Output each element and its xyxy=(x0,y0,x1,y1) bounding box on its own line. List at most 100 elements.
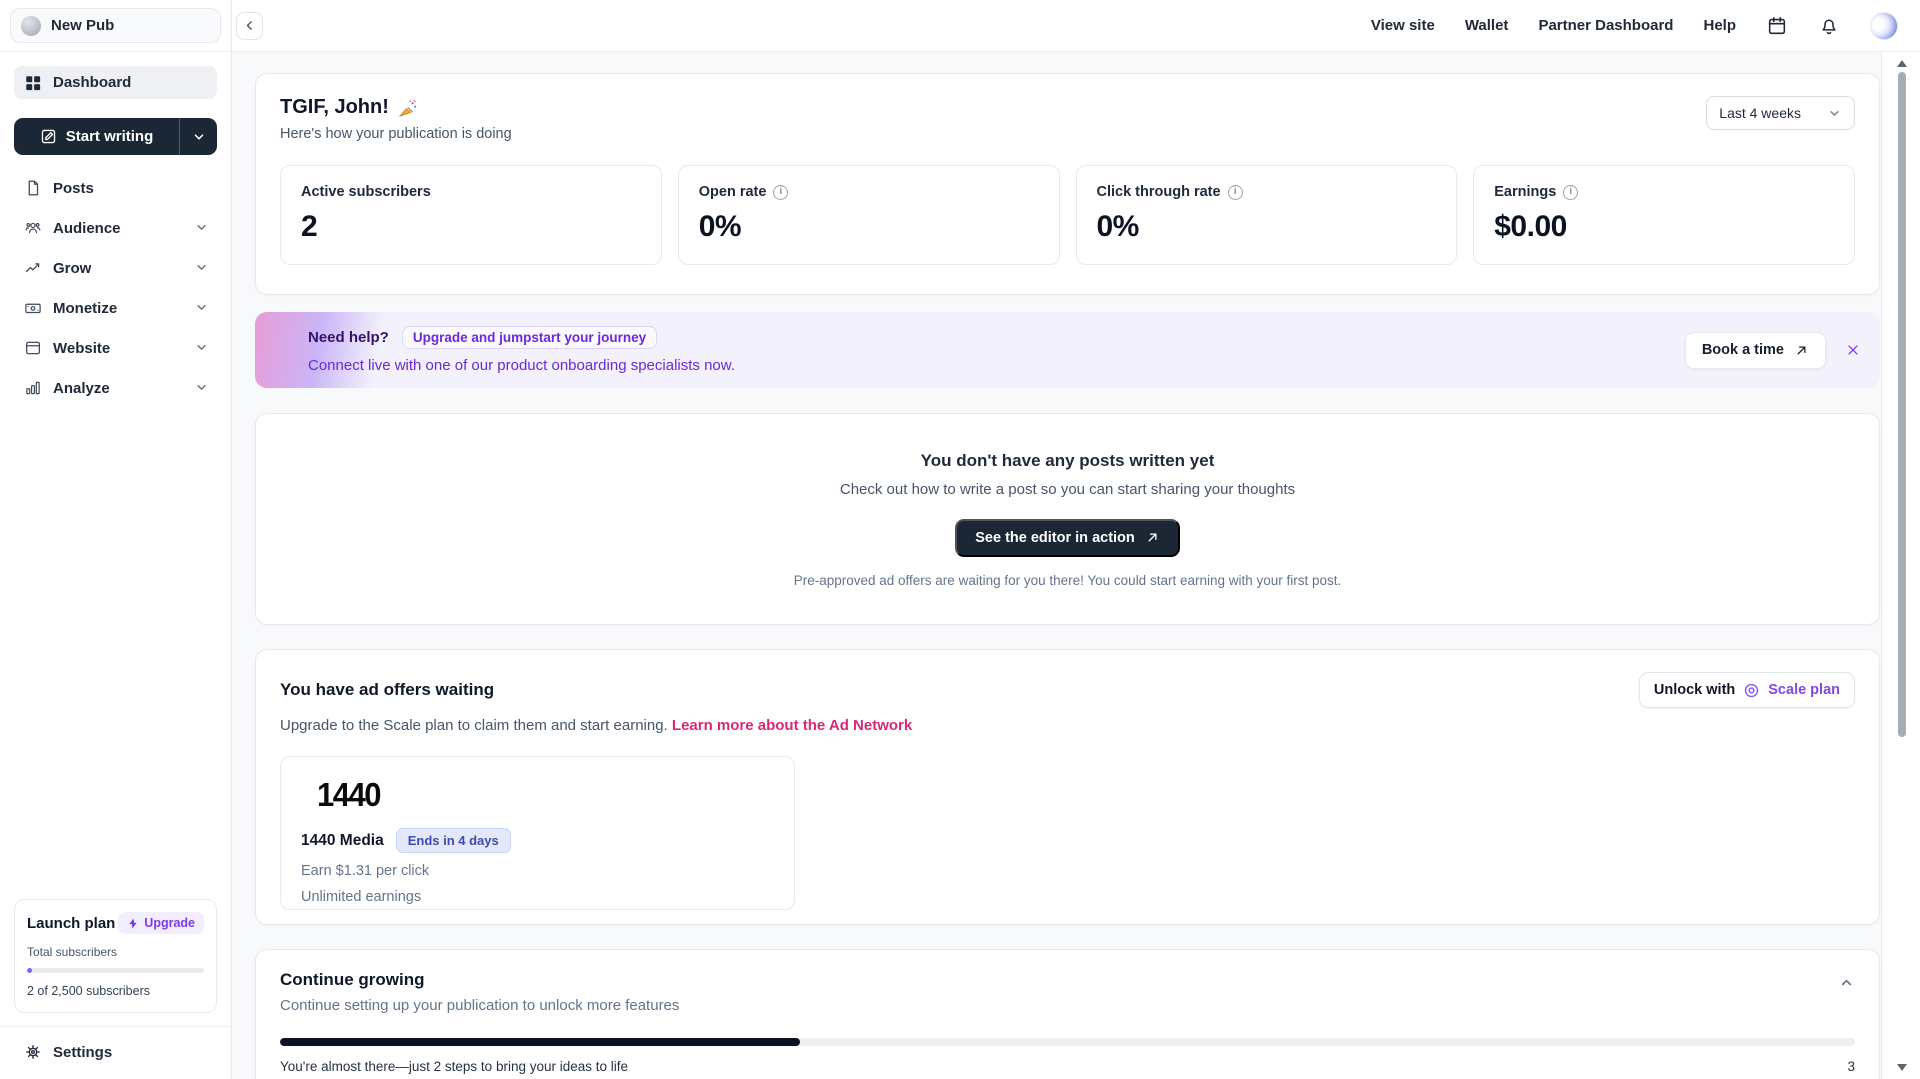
chevron-down-icon xyxy=(1827,106,1842,121)
pencil-square-icon xyxy=(40,128,57,145)
page-subtitle: Here's how your publication is doing xyxy=(280,126,512,142)
growing-progress-fill xyxy=(280,1038,800,1046)
close-icon[interactable] xyxy=(1842,339,1864,361)
scale-plan-label: Scale plan xyxy=(1768,682,1840,698)
help-link[interactable]: Help xyxy=(1703,17,1736,34)
sidebar-header: New Pub xyxy=(0,0,231,52)
chevron-down-icon xyxy=(194,300,209,315)
sidebar-item-analyze[interactable]: Analyze xyxy=(14,368,217,408)
topbar: View site Wallet Partner Dashboard Help xyxy=(232,0,1920,52)
ad-offer-tile[interactable]: 1440 1440 Media Ends in 4 days Earn $1.3… xyxy=(280,756,795,910)
dashboard-grid-icon xyxy=(24,74,42,92)
sidebar-item-label: Audience xyxy=(53,220,121,237)
scrollbar-thumb[interactable] xyxy=(1898,72,1906,737)
bar-chart-icon xyxy=(24,379,42,397)
user-avatar[interactable] xyxy=(1870,12,1898,40)
banner-title: Need help? xyxy=(308,329,389,346)
stat-card-open-rate: Open ratei 0% xyxy=(678,165,1060,265)
sidebar-item-audience[interactable]: Audience xyxy=(14,208,217,248)
sidebar-item-label: Monetize xyxy=(53,300,117,317)
wallet-link[interactable]: Wallet xyxy=(1465,17,1509,34)
people-icon xyxy=(24,219,42,237)
sidebar-item-website[interactable]: Website xyxy=(14,328,217,368)
lightning-bolt-icon xyxy=(127,917,139,930)
stat-card-active-subscribers: Active subscribers 2 xyxy=(280,165,662,265)
chevron-down-icon xyxy=(194,340,209,355)
document-icon xyxy=(24,179,42,197)
growing-steps-count: 3 xyxy=(1847,1059,1855,1074)
unlock-prefix: Unlock with xyxy=(1654,682,1735,698)
sidebar-item-monetize[interactable]: Monetize xyxy=(14,288,217,328)
info-icon[interactable]: i xyxy=(773,185,788,200)
plan-progress-bar xyxy=(27,968,204,973)
book-a-time-button[interactable]: Book a time xyxy=(1685,332,1826,369)
chevron-left-icon xyxy=(243,19,256,32)
info-icon[interactable]: i xyxy=(1563,185,1578,200)
plan-meter-label: Total subscribers xyxy=(27,945,204,959)
stat-value: 0% xyxy=(699,210,1039,244)
sidebar-nav: Dashboard Start writing xyxy=(0,52,231,408)
continue-growing-subtitle: Continue setting up your publication to … xyxy=(280,997,1855,1014)
book-a-time-label: Book a time xyxy=(1702,342,1784,358)
scrollbar xyxy=(1883,52,1920,1079)
stats-row: Active subscribers 2 Open ratei 0% Click… xyxy=(280,165,1855,265)
banknote-icon xyxy=(24,299,42,317)
page-title: TGIF, John! xyxy=(280,96,512,119)
arrow-up-right-icon xyxy=(1794,343,1809,358)
continue-growing-title: Continue growing xyxy=(280,970,1855,990)
info-icon[interactable]: i xyxy=(1228,185,1243,200)
sidebar-item-label: Analyze xyxy=(53,380,110,397)
partner-dashboard-link[interactable]: Partner Dashboard xyxy=(1538,17,1673,34)
sidebar-footer: Launch plan Upgrade Total subscribers 2 … xyxy=(0,899,231,1079)
unlock-scale-plan-button[interactable]: Unlock with Scale plan xyxy=(1639,672,1855,708)
plan-usage-card: Launch plan Upgrade Total subscribers 2 … xyxy=(14,899,217,1013)
stat-value: 2 xyxy=(301,210,641,244)
plan-progress-fill xyxy=(27,968,32,973)
view-site-link[interactable]: View site xyxy=(1371,17,1435,34)
need-help-banner: Need help? Upgrade and jumpstart your jo… xyxy=(255,312,1880,388)
scrollbar-down-arrow[interactable] xyxy=(1897,1064,1907,1071)
advertiser-logo: 1440 xyxy=(317,776,380,815)
sidebar-item-grow[interactable]: Grow xyxy=(14,248,217,288)
date-range-select[interactable]: Last 4 weeks xyxy=(1706,96,1855,130)
gear-icon xyxy=(24,1043,42,1061)
see-editor-label: See the editor in action xyxy=(975,530,1135,546)
growing-status-text: You're almost there—just 2 steps to brin… xyxy=(280,1059,628,1074)
settings-label: Settings xyxy=(53,1044,112,1061)
notifications-bell-icon[interactable] xyxy=(1818,15,1840,37)
party-popper-emoji xyxy=(398,98,418,118)
publication-avatar xyxy=(21,16,41,36)
stat-label: Active subscribers xyxy=(301,184,431,200)
sidebar-item-label: Grow xyxy=(53,260,91,277)
chevron-up-icon[interactable] xyxy=(1838,974,1855,991)
plan-name: Launch plan xyxy=(27,915,115,932)
start-writing-button[interactable]: Start writing xyxy=(14,118,217,155)
start-writing-label: Start writing xyxy=(66,128,154,145)
sidebar-item-label: Website xyxy=(53,340,110,357)
scrollbar-up-arrow[interactable] xyxy=(1897,60,1907,67)
chevron-down-icon xyxy=(192,130,206,144)
topbar-nav: View site Wallet Partner Dashboard Help xyxy=(1371,12,1898,40)
see-editor-button[interactable]: See the editor in action xyxy=(955,519,1180,557)
stat-label: Earnings xyxy=(1494,184,1556,200)
trending-up-icon xyxy=(24,259,42,277)
stat-card-click-through-rate: Click through ratei 0% xyxy=(1076,165,1458,265)
continue-growing-card: Continue growing Continue setting up you… xyxy=(255,949,1880,1079)
stat-value: 0% xyxy=(1097,210,1437,244)
calendar-icon[interactable] xyxy=(1766,15,1788,37)
start-writing-dropdown-button[interactable] xyxy=(179,118,217,155)
banner-description: Connect live with one of our product onb… xyxy=(308,357,735,374)
chevron-down-icon xyxy=(194,220,209,235)
sidebar-collapse-button[interactable] xyxy=(236,12,263,40)
sidebar-item-dashboard[interactable]: Dashboard xyxy=(14,66,217,99)
offer-limit: Unlimited earnings xyxy=(301,889,774,905)
ad-network-link[interactable]: Learn more about the Ad Network xyxy=(672,717,912,734)
chevron-down-icon xyxy=(194,380,209,395)
overview-card: TGIF, John! Here's how your publication … xyxy=(255,73,1880,295)
publication-switcher[interactable]: New Pub xyxy=(10,8,221,43)
sidebar-item-posts[interactable]: Posts xyxy=(14,168,217,208)
sidebar-item-label: Posts xyxy=(53,180,94,197)
sidebar-item-settings[interactable]: Settings xyxy=(0,1027,231,1079)
upgrade-button[interactable]: Upgrade xyxy=(118,912,204,934)
greeting-text: TGIF, John! xyxy=(280,96,389,119)
